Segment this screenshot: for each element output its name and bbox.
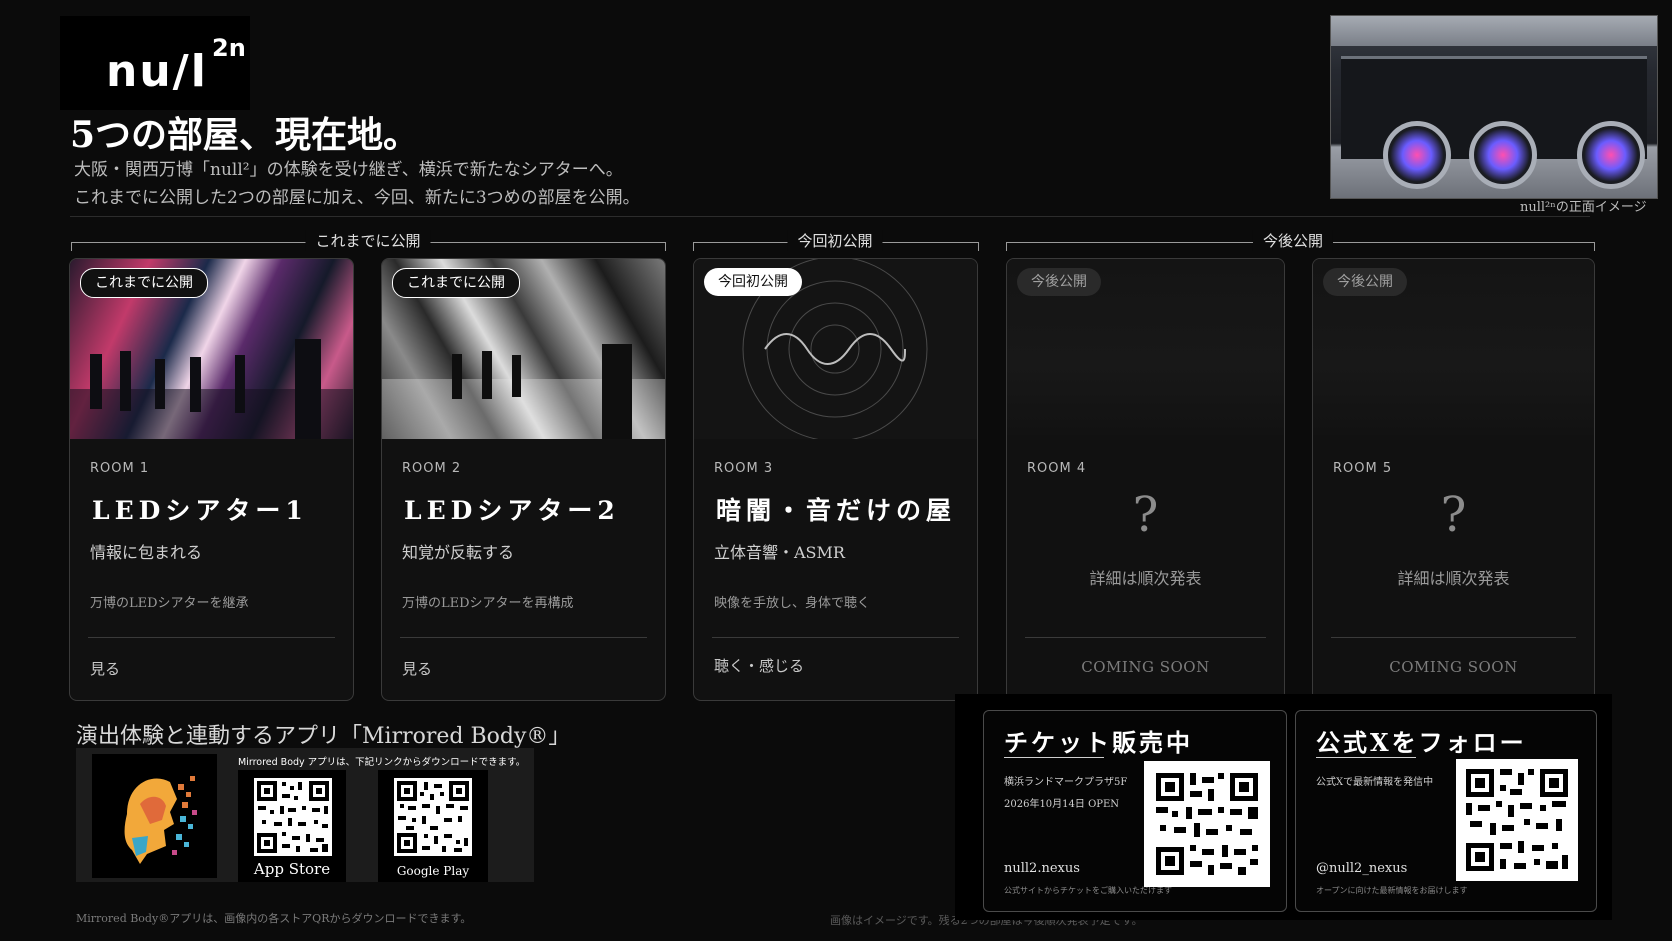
ticket-qr-code[interactable] xyxy=(1144,761,1270,887)
app-download-note: Mirrored Body アプリは、下記リンクからダウンロードできます。 xyxy=(238,757,526,768)
follow-fine-print: オープンに向けた最新情報をお届けします xyxy=(1316,886,1468,895)
ticket-title: チケット販売中 xyxy=(1004,728,1193,757)
app-store-qr-card[interactable]: App Store xyxy=(238,770,346,882)
room-3-listen-link[interactable]: 聴く・感じる xyxy=(714,655,804,676)
group-label-released: これまでに公開 xyxy=(305,230,431,251)
room-1-badge: これまでに公開 xyxy=(80,268,208,298)
follow-description: 公式Xで最新情報を発信中 xyxy=(1316,777,1434,788)
group-label-new: 今回初公開 xyxy=(787,230,883,251)
room-4-number: ROOM 4 xyxy=(1027,461,1087,476)
room-2-view-link[interactable]: 見る xyxy=(402,658,432,679)
follow-title-underline xyxy=(1316,757,1416,758)
room-2-description: 万博のLEDシアターを再構成 xyxy=(402,596,574,611)
ticket-qr-icon xyxy=(1156,773,1258,875)
room-1-title: LEDシアター1 xyxy=(92,496,308,525)
room-card-3[interactable]: 今回初公開 ROOM 3 暗闇・音だけの屋 立体音響・ASMR 映像を手放し、身… xyxy=(693,258,978,701)
room-3-description: 映像を手放し、身体で聴く xyxy=(714,596,871,611)
room-1-description: 万博のLEDシアターを継承 xyxy=(90,596,249,611)
room-4-status: COMING SOON xyxy=(1081,658,1210,676)
google-play-label: Google Play xyxy=(396,864,470,878)
group-label-upcoming: 今後公開 xyxy=(1252,230,1334,251)
brand-logo[interactable]: nu/l 2n xyxy=(60,16,250,110)
logo-superscript: 2n xyxy=(212,34,246,62)
follow-panel[interactable]: 公式Xをフォロー 公式Xで最新情報を発信中 @null2_nexus オープンに… xyxy=(1295,710,1597,912)
page-title: 5つの部屋、現在地。 xyxy=(70,114,420,156)
room-card-4: 今後公開 ROOM 4 ? 詳細は順次発表 COMING SOON xyxy=(1006,258,1285,701)
room-3-title: 暗闇・音だけの屋 xyxy=(716,496,957,525)
room-2-number: ROOM 2 xyxy=(402,461,462,476)
follow-qr-icon xyxy=(1466,769,1568,871)
room-1-number: ROOM 1 xyxy=(90,461,150,476)
follow-qr-code[interactable] xyxy=(1456,759,1578,881)
section-divider xyxy=(70,216,1590,217)
follow-title: 公式Xをフォロー xyxy=(1316,728,1527,757)
ticket-title-underline xyxy=(1004,757,1104,758)
intro-line-1: 大阪・関西万博「null²」の体験を受け継ぎ、横浜で新たなシアターへ。 xyxy=(74,160,623,180)
room-3-badge: 今回初公開 xyxy=(704,268,802,296)
room-card-2[interactable]: これまでに公開 ROOM 2 LEDシアター2 知覚が反転する 万博のLEDシア… xyxy=(381,258,666,701)
room-3-rule xyxy=(712,637,959,638)
google-play-qr-icon xyxy=(397,781,469,853)
google-play-qr-card[interactable]: Google Play xyxy=(378,770,488,882)
room-4-badge: 今後公開 xyxy=(1017,268,1101,296)
app-store-label: App Store xyxy=(253,860,331,878)
room-5-badge: 今後公開 xyxy=(1323,268,1407,296)
ticket-panel[interactable]: チケット販売中 横浜ランドマークプラザ5F 2026年10月14日 OPEN n… xyxy=(983,710,1287,912)
room-5-question-icon: ? xyxy=(1440,487,1467,543)
room-4-question-icon: ? xyxy=(1132,487,1159,543)
ticket-open-date: 2026年10月14日 OPEN xyxy=(1004,799,1120,810)
room-1-view-link[interactable]: 見る xyxy=(90,658,120,679)
room-4-tba: 詳細は順次発表 xyxy=(1089,569,1202,588)
room-2-title: LEDシアター2 xyxy=(404,496,620,525)
app-store-qr-icon xyxy=(257,781,329,853)
ticket-site-link[interactable]: null2.nexus xyxy=(1004,861,1080,876)
logo-text: nu/l xyxy=(106,46,208,97)
room-3-number: ROOM 3 xyxy=(714,461,774,476)
room-5-number: ROOM 5 xyxy=(1333,461,1393,476)
room-1-rule xyxy=(88,637,335,638)
room-card-5: 今後公開 ROOM 5 ? 詳細は順次発表 COMING SOON xyxy=(1312,258,1595,701)
app-footnote: Mirrored Body®アプリは、画像内の各ストアQRからダウンロードできま… xyxy=(76,912,472,925)
room-5-tba: 詳細は順次発表 xyxy=(1397,569,1510,588)
follow-handle-link[interactable]: @null2_nexus xyxy=(1316,861,1407,876)
room-5-rule xyxy=(1331,637,1576,638)
room-card-1[interactable]: これまでに公開 ROOM 1 LEDシアター1 情報に包まれる 万博のLEDシア… xyxy=(69,258,354,701)
room-3-subtitle: 立体音響・ASMR xyxy=(714,543,845,562)
room-4-rule xyxy=(1025,637,1266,638)
app-section-title: 演出体験と連動するアプリ「Mirrored Body®」 xyxy=(76,724,571,749)
facade-caption: null²ⁿの正面イメージ xyxy=(1520,200,1647,215)
ticket-venue: 横浜ランドマークプラザ5F xyxy=(1004,777,1128,788)
room-1-subtitle: 情報に包まれる xyxy=(90,543,203,562)
intro-line-2: これまでに公開した2つの部屋に加え、今回、新たに3つめの部屋を公開。 xyxy=(74,188,640,208)
room-2-badge: これまでに公開 xyxy=(392,268,520,298)
room-2-rule xyxy=(400,637,647,638)
facade-image xyxy=(1330,15,1658,199)
room-5-status: COMING SOON xyxy=(1389,658,1518,676)
mirrored-body-app-icon[interactable] xyxy=(92,754,217,878)
room-2-subtitle: 知覚が反転する xyxy=(402,543,515,562)
